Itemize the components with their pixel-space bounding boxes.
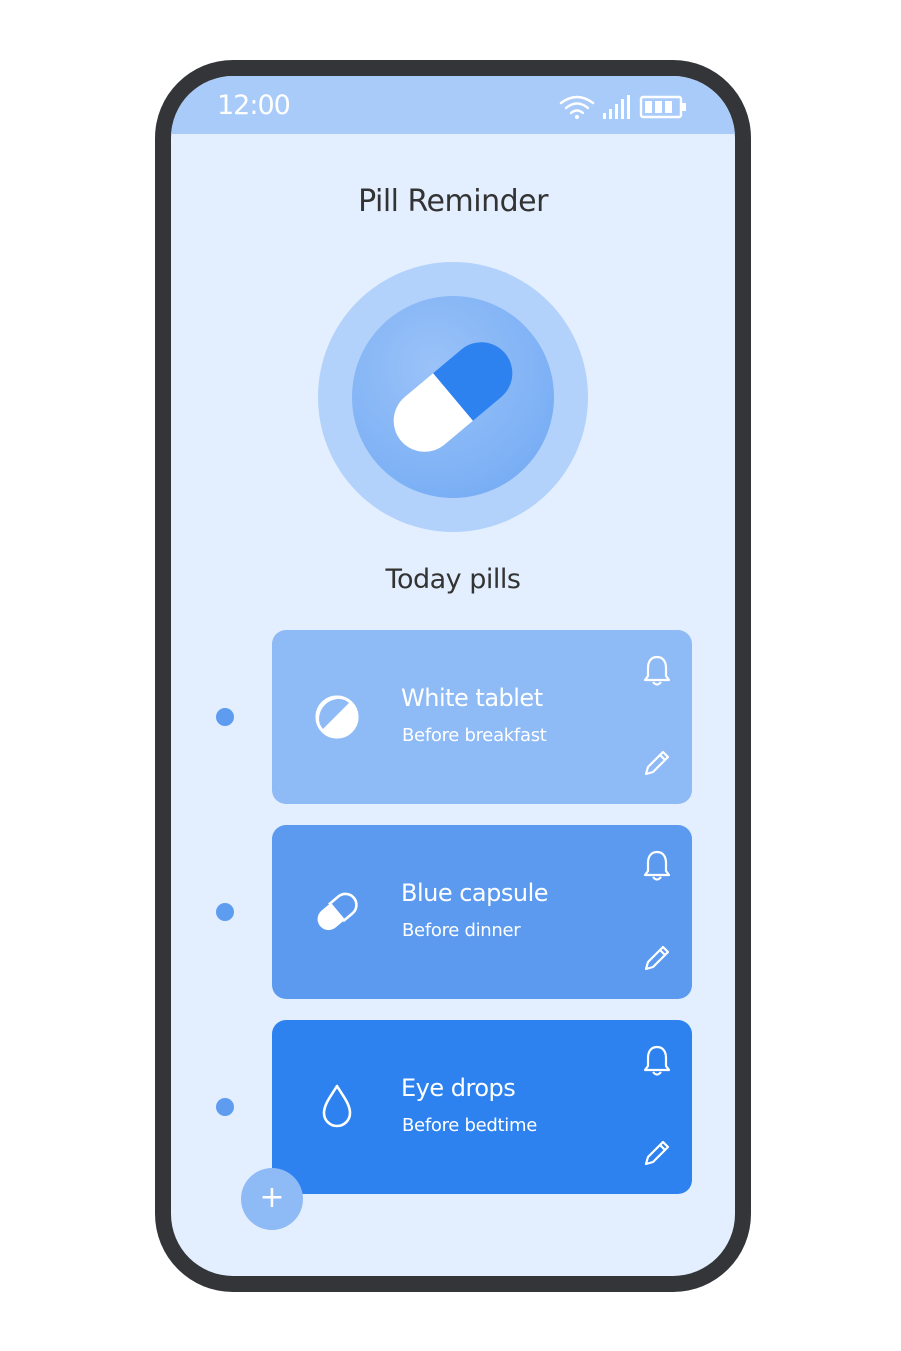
bell-icon[interactable] <box>642 1044 672 1078</box>
section-title: Today pills <box>385 564 521 595</box>
pill-card[interactable]: Eye drops Before bedtime <box>272 1020 692 1194</box>
pill-card[interactable]: White tablet Before breakfast <box>272 630 692 804</box>
signal-icon <box>603 95 630 119</box>
pill-name: Eye drops <box>401 1074 516 1102</box>
bell-icon[interactable] <box>642 849 672 883</box>
add-pill-button[interactable]: + <box>241 1168 303 1230</box>
hero-badge-inner <box>352 296 554 498</box>
pencil-icon[interactable] <box>642 748 672 778</box>
pill-timing: Before dinner <box>402 920 521 941</box>
page-title: Pill Reminder <box>358 184 548 219</box>
pencil-icon[interactable] <box>642 1138 672 1168</box>
tablet-icon <box>315 695 359 739</box>
pill-timing: Before bedtime <box>402 1115 537 1136</box>
status-bar: 12:00 <box>171 76 735 134</box>
bell-icon[interactable] <box>642 654 672 688</box>
hero-badge <box>318 262 588 532</box>
timeline-dot <box>216 1098 234 1116</box>
drop-icon <box>322 1084 352 1128</box>
pill-name: White tablet <box>401 684 543 712</box>
status-time: 12:00 <box>217 90 291 121</box>
wifi-icon <box>559 95 595 119</box>
pill-name: Blue capsule <box>401 879 549 907</box>
pencil-icon[interactable] <box>642 943 672 973</box>
timeline-dot <box>216 708 234 726</box>
capsule-icon <box>393 342 513 452</box>
pill-timing: Before breakfast <box>402 725 547 746</box>
timeline-dot <box>216 903 234 921</box>
battery-icon <box>639 95 686 119</box>
pill-card[interactable]: Blue capsule Before dinner <box>272 825 692 999</box>
capsule-icon <box>317 892 358 931</box>
status-icons <box>559 95 686 119</box>
app-screen: 12:00 Pill Reminder Today pills White ta… <box>171 76 735 1276</box>
